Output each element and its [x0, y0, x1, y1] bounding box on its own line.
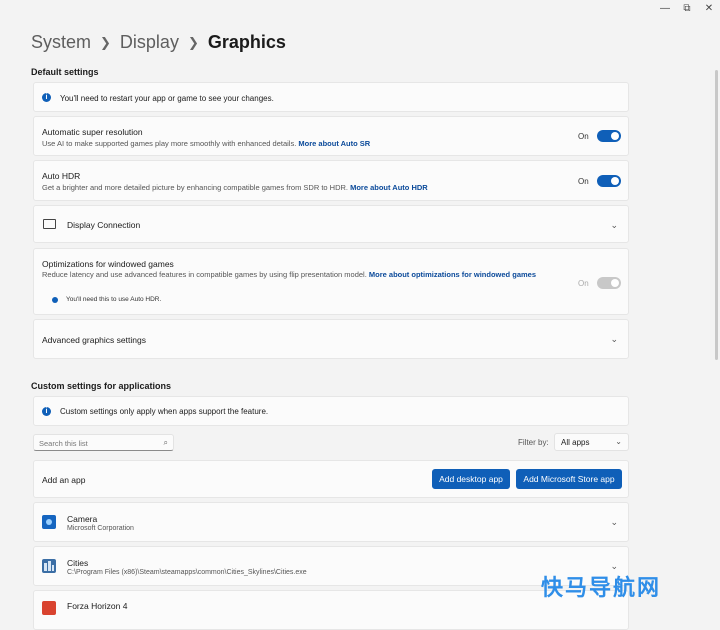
setting-advanced-graphics[interactable]: Advanced graphics settings ⌄ — [33, 319, 629, 359]
display-connection-icon — [43, 219, 56, 229]
app-name: Forza Horizon 4 — [67, 601, 128, 611]
setting-auto-sr: Automatic super resolution Use AI to mak… — [33, 116, 629, 156]
info-icon: i — [42, 407, 51, 416]
camera-app-icon — [42, 515, 56, 529]
filter-label: Filter by: — [518, 438, 549, 447]
chevron-down-icon: ⌄ — [610, 220, 618, 230]
search-placeholder: Search this list — [39, 439, 88, 448]
app-name: Cities — [67, 558, 89, 568]
info-icon: i — [42, 93, 51, 102]
search-input[interactable]: Search this list ⌕ — [33, 434, 174, 451]
windowed-title: Optimizations for windowed games — [42, 259, 174, 269]
info-dot-icon — [52, 297, 58, 303]
setting-auto-hdr: Auto HDR Get a brighter and more detaile… — [33, 160, 629, 201]
add-app-row: Add an app Add desktop app Add Microsoft… — [33, 460, 629, 498]
restart-info-text: You'll need to restart your app or game … — [60, 94, 274, 103]
auto-sr-toggle[interactable] — [597, 130, 621, 142]
add-store-app-button[interactable]: Add Microsoft Store app — [516, 469, 622, 489]
custom-info-banner: i Custom settings only apply when apps s… — [33, 396, 629, 426]
section-title-custom: Custom settings for applications — [31, 381, 172, 391]
breadcrumb: System ❯ Display ❯ Graphics — [31, 32, 286, 53]
setting-windowed-optimizations: Optimizations for windowed games Reduce … — [33, 248, 629, 315]
watermark-logo: 快马导航网 — [541, 575, 662, 600]
auto-hdr-desc-text: Get a brighter and more detailed picture… — [42, 183, 348, 192]
app-publisher: Microsoft Corporation — [67, 525, 134, 532]
setting-display-connection[interactable]: Display Connection ⌄ — [33, 205, 629, 243]
scrollbar[interactable] — [715, 70, 718, 360]
display-connection-title: Display Connection — [67, 220, 141, 230]
restore-button[interactable]: ⧉ — [676, 0, 698, 16]
auto-sr-link[interactable]: More about Auto SR — [298, 139, 370, 148]
windowed-desc-text: Reduce latency and use advanced features… — [42, 270, 367, 279]
breadcrumb-system[interactable]: System — [31, 32, 91, 53]
page-title: Graphics — [207, 32, 286, 52]
windowed-state: On — [578, 279, 589, 288]
breadcrumb-display[interactable]: Display — [120, 32, 179, 53]
auto-sr-state: On — [578, 132, 589, 141]
app-path: C:\Program Files (x86)\Steam\steamapps\c… — [67, 569, 307, 576]
windowed-desc: Reduce latency and use advanced features… — [42, 269, 572, 280]
auto-sr-title: Automatic super resolution — [42, 127, 143, 137]
auto-hdr-state: On — [578, 177, 589, 186]
add-app-label: Add an app — [42, 475, 86, 485]
filter-value: All apps — [561, 438, 590, 447]
add-desktop-app-button[interactable]: Add desktop app — [432, 469, 510, 489]
chevron-right-icon: ❯ — [187, 34, 199, 50]
windowed-link-cont[interactable]: games — [512, 270, 536, 279]
auto-sr-desc: Use AI to make supported games play more… — [42, 138, 370, 149]
auto-hdr-toggle[interactable] — [597, 175, 621, 187]
section-title-default: Default settings — [31, 67, 99, 77]
app-row-cities[interactable]: Cities C:\Program Files (x86)\Steam\stea… — [33, 546, 629, 586]
filter-select[interactable]: All apps ⌄ — [554, 433, 629, 451]
search-icon: ⌕ — [163, 438, 168, 447]
app-name: Camera — [67, 514, 98, 524]
close-button[interactable]: ✕ — [698, 0, 720, 16]
app-row-forza[interactable]: Forza Horizon 4 — [33, 590, 629, 630]
auto-hdr-title: Auto HDR — [42, 171, 81, 181]
forza-app-icon — [42, 601, 56, 615]
cities-app-icon — [42, 559, 56, 573]
window-controls: — ⧉ ✕ — [654, 0, 720, 16]
app-row-camera[interactable]: Camera Microsoft Corporation ⌄ — [33, 502, 629, 542]
auto-hdr-desc: Get a brighter and more detailed picture… — [42, 182, 428, 193]
custom-info-text: Custom settings only apply when apps sup… — [60, 407, 269, 416]
windowed-link[interactable]: More about optimizations for windowed — [369, 270, 510, 279]
windowed-toggle[interactable] — [597, 277, 621, 289]
chevron-right-icon: ❯ — [100, 34, 111, 50]
auto-sr-desc-text: Use AI to make supported games play more… — [42, 139, 297, 148]
chevron-down-icon: ⌄ — [610, 334, 618, 344]
auto-hdr-link[interactable]: More about Auto HDR — [350, 183, 428, 192]
chevron-down-icon: ⌄ — [615, 437, 622, 446]
advanced-title: Advanced graphics settings — [42, 335, 146, 345]
restart-info-banner: i You'll need to restart your app or gam… — [33, 82, 629, 112]
chevron-down-icon: ⌄ — [610, 517, 618, 527]
windowed-note: You'll need this to use Auto HDR. — [66, 296, 162, 303]
minimize-button[interactable]: — — [654, 0, 676, 16]
